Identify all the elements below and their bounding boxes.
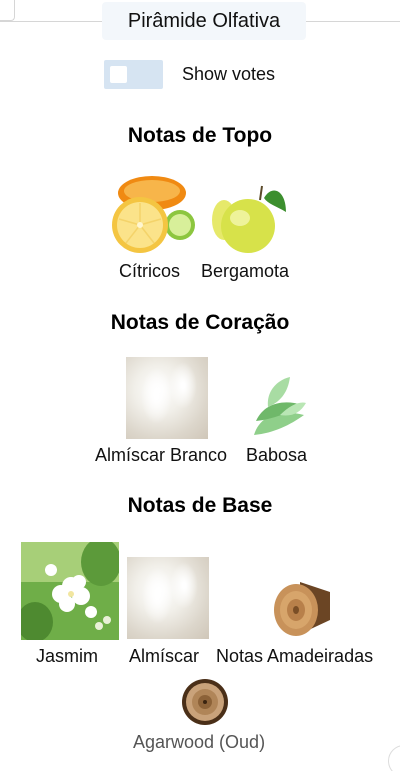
base-notes-title: Notas de Base bbox=[127, 494, 273, 517]
top-notes-title: Notas de Topo bbox=[127, 124, 273, 147]
note-bergamot-label[interactable]: Bergamota bbox=[201, 261, 289, 282]
show-votes-label: Show votes bbox=[182, 64, 276, 84]
white-musk-image[interactable] bbox=[126, 357, 208, 439]
bergamot-fruit-image[interactable] bbox=[212, 182, 288, 256]
citrus-fruits-image[interactable] bbox=[110, 175, 196, 257]
note-jasmine-label[interactable]: Jasmim bbox=[36, 646, 98, 667]
note-musk-label[interactable]: Almíscar bbox=[129, 646, 199, 667]
note-agarwood-label[interactable]: Agarwood (Oud) bbox=[133, 732, 265, 753]
note-woody-notes-label[interactable]: Notas Amadeiradas bbox=[216, 646, 373, 667]
header-divider-right bbox=[306, 21, 400, 22]
jasmine-flower-image[interactable] bbox=[21, 542, 119, 640]
header-divider-left bbox=[0, 21, 102, 22]
note-aloe-label[interactable]: Babosa bbox=[246, 445, 307, 466]
corner-tab bbox=[0, 0, 15, 21]
note-citrus-label[interactable]: Cítricos bbox=[119, 261, 180, 282]
note-white-musk-label[interactable]: Almíscar Branco bbox=[95, 445, 227, 466]
heart-notes-title: Notas de Coração bbox=[110, 311, 290, 334]
toggle-knob[interactable] bbox=[110, 66, 127, 83]
aloe-vera-image[interactable] bbox=[250, 375, 308, 439]
agarwood-slice-image[interactable] bbox=[181, 678, 229, 726]
show-votes-toggle[interactable] bbox=[104, 60, 163, 89]
pyramid-title-tab[interactable]: Pirâmide Olfativa bbox=[102, 2, 306, 40]
wood-log-image[interactable] bbox=[270, 578, 332, 638]
fragrance-pyramid-page: Pirâmide Olfativa Show votes Notas de To… bbox=[0, 0, 400, 771]
musk-image[interactable] bbox=[127, 557, 209, 639]
scroll-corner-indicator bbox=[388, 745, 400, 771]
